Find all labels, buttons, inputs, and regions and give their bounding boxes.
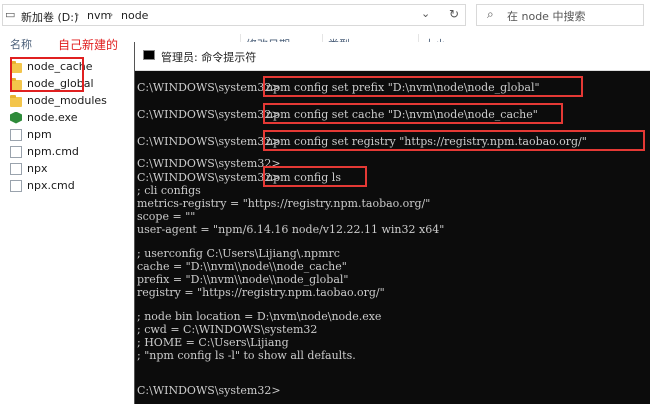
list-item[interactable]: npm.cmd (10, 143, 130, 160)
output-line: prefix = "D:\\nvm\\node\\node_global" (137, 273, 349, 286)
console-window[interactable]: 管理员: 命令提示符 C:\WINDOWS\system32> npm conf… (134, 42, 650, 404)
search-input[interactable]: ⌕ 在 node 中搜索 (476, 4, 644, 26)
output-line: ; cwd = C:\WINDOWS\system32 (137, 323, 318, 336)
highlight-box (263, 76, 583, 97)
prompt: C:\WINDOWS\system32> (137, 135, 281, 148)
prompt: C:\WINDOWS\system32> (137, 108, 281, 121)
output-line: ; userconfig C:\Users\Lijiang\.npmrc (137, 247, 340, 260)
prompt: C:\WINDOWS\system32> (137, 171, 281, 184)
highlight-box (263, 166, 367, 187)
prompt: C:\WINDOWS\system32> (137, 384, 281, 397)
output-line: scope = "" (137, 210, 196, 223)
file-name: node.exe (27, 111, 78, 124)
search-icon: ⌕ (487, 7, 494, 21)
highlight-box (263, 130, 645, 151)
list-item[interactable]: npx.cmd (10, 177, 130, 194)
output-line: ; node bin location = D:\nvm\node\node.e… (137, 310, 382, 323)
annotation-label: 自己新建的 (58, 38, 119, 52)
address-bar-area: ▭ 新加卷 (D:) › nvm › node ⌄ ↻ ⌕ 在 node 中搜索 (0, 0, 650, 30)
file-name: node_modules (27, 94, 107, 107)
highlight-box (10, 57, 84, 92)
column-name[interactable]: 名称 (10, 36, 32, 52)
breadcrumb-separator-icon: › (75, 8, 80, 21)
drive-icon: ▭ (5, 8, 16, 21)
file-name: npx (27, 162, 48, 175)
list-item[interactable]: node.exe (10, 109, 130, 126)
prompt: C:\WINDOWS\system32> (137, 157, 281, 170)
file-icon (10, 128, 22, 141)
output-line: ; "npm config ls -l" to show all default… (137, 349, 356, 362)
console-icon (143, 50, 155, 60)
refresh-icon[interactable]: ↻ (449, 7, 459, 21)
list-item[interactable]: npm (10, 126, 130, 143)
chevron-down-icon[interactable]: ⌄ (421, 7, 430, 20)
address-bar[interactable]: ▭ 新加卷 (D:) › nvm › node ⌄ ↻ (2, 4, 466, 26)
output-line: ; HOME = C:\Users\Lijiang (137, 336, 289, 349)
output-line: metrics-registry = "https://registry.npm… (137, 197, 431, 210)
file-icon (10, 162, 22, 175)
prompt: C:\WINDOWS\system32> (137, 81, 281, 94)
node-exe-icon (10, 111, 22, 124)
file-icon (10, 179, 22, 192)
folder-icon (10, 94, 22, 107)
list-item[interactable]: node_modules (10, 92, 130, 109)
output-line: cache = "D:\\nvm\\node\\node_cache" (137, 260, 347, 273)
console-titlebar[interactable]: 管理员: 命令提示符 (135, 42, 650, 71)
breadcrumb-node[interactable]: node (121, 9, 148, 22)
breadcrumb-separator-icon: › (109, 8, 114, 21)
file-name: npm.cmd (27, 145, 79, 158)
output-line: user-agent = "npm/6.14.16 node/v12.22.11… (137, 223, 445, 236)
list-item[interactable]: npx (10, 160, 130, 177)
output-line: registry = "https://registry.npm.taobao.… (137, 286, 385, 299)
file-name: npm (27, 128, 52, 141)
highlight-box (263, 103, 563, 124)
output-line: ; cli configs (137, 184, 201, 197)
console-title: 管理员: 命令提示符 (161, 51, 257, 64)
search-placeholder: 在 node 中搜索 (507, 10, 586, 23)
file-name: npx.cmd (27, 179, 75, 192)
breadcrumb-drive[interactable]: 新加卷 (D:) (21, 9, 78, 25)
file-icon (10, 145, 22, 158)
breadcrumb-nvm[interactable]: nvm (87, 9, 111, 22)
